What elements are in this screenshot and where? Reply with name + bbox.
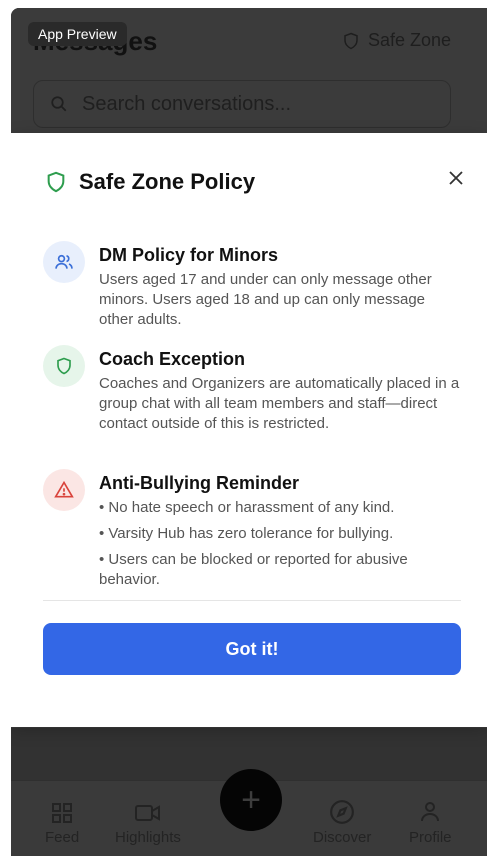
section-content: Coach Exception Coaches and Organizers a…	[99, 345, 463, 434]
section-content: DM Policy for Minors Users aged 17 and u…	[99, 241, 463, 330]
bullet-list: • No hate speech or harassment of any ki…	[99, 498, 463, 590]
nav-discover[interactable]: Discover	[313, 799, 371, 846]
search-input[interactable]: Search conversations...	[33, 80, 451, 128]
nav-profile[interactable]: Profile	[409, 799, 452, 846]
section-heading: Anti-Bullying Reminder	[99, 473, 300, 493]
video-icon	[134, 805, 160, 821]
section-heading: Coach Exception	[99, 349, 246, 369]
users-icon	[55, 254, 73, 269]
app-frame: Messages Safe Zone Search conversations.…	[11, 8, 487, 856]
alert-icon-badge	[43, 469, 85, 511]
section-content: Anti-Bullying Reminder • No hate speech …	[99, 469, 463, 596]
shield-icon	[47, 171, 65, 193]
section-body: Coaches and Organizers are automatically…	[99, 375, 460, 432]
alert-triangle-icon	[54, 480, 74, 498]
section-coach-exception: Coach Exception Coaches and Organizers a…	[43, 345, 463, 434]
list-item: • Varsity Hub has zero tolerance for bul…	[99, 525, 394, 542]
close-icon	[449, 171, 463, 185]
nav-label: Highlights	[115, 829, 181, 846]
safe-zone-label: Safe Zone	[367, 30, 451, 50]
close-button[interactable]	[441, 163, 471, 193]
nav-label: Profile	[409, 829, 452, 846]
nav-label: Feed	[45, 829, 80, 846]
shield-icon	[344, 32, 358, 49]
app-preview-badge: App Preview	[28, 22, 127, 46]
bottom-navigation: Feed Highlights + Discover Profile	[11, 769, 487, 856]
compass-icon	[330, 800, 355, 824]
grid-icon	[52, 803, 73, 823]
add-button[interactable]: +	[220, 769, 282, 831]
users-icon-badge	[43, 241, 85, 283]
list-item: • Users can be blocked or reported for a…	[99, 551, 408, 588]
divider	[43, 600, 461, 601]
safe-zone-button[interactable]: Safe Zone	[342, 30, 451, 51]
shield-icon-badge	[43, 345, 85, 387]
section-heading: DM Policy for Minors	[99, 245, 279, 265]
safe-zone-policy-modal: Safe Zone Policy DM Policy for Minors Us…	[11, 133, 487, 727]
list-item: • No hate speech or harassment of any ki…	[99, 499, 395, 516]
modal-header: Safe Zone Policy	[45, 169, 255, 195]
section-anti-bullying: Anti-Bullying Reminder • No hate speech …	[43, 469, 463, 596]
modal-title: Safe Zone Policy	[79, 169, 256, 194]
user-icon	[421, 802, 440, 822]
nav-feed[interactable]: Feed	[45, 801, 79, 846]
section-body: Users aged 17 and under can only message…	[99, 271, 432, 328]
shield-icon	[57, 357, 71, 375]
nav-label: Discover	[313, 829, 372, 846]
search-icon	[51, 96, 67, 112]
nav-highlights[interactable]: Highlights	[115, 801, 181, 846]
search-placeholder: Search conversations...	[82, 92, 291, 115]
got-it-button[interactable]: Got it!	[43, 623, 461, 675]
section-dm-policy: DM Policy for Minors Users aged 17 and u…	[43, 241, 463, 330]
